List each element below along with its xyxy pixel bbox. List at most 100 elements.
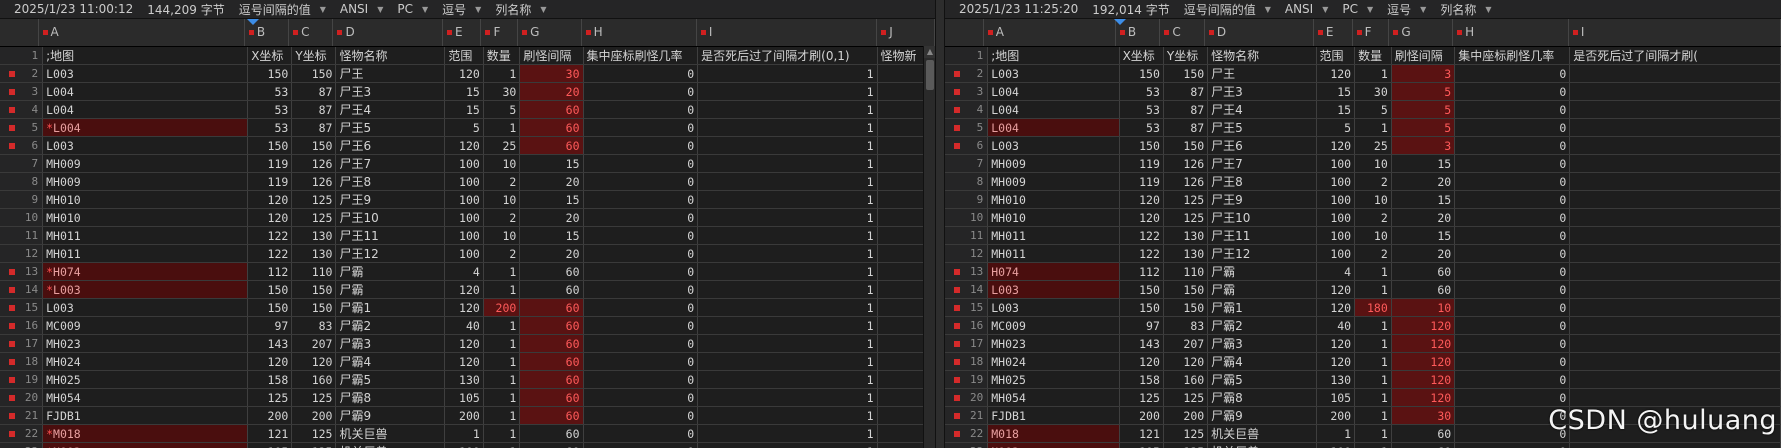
table-cell[interactable]: 120 xyxy=(445,335,484,352)
table-row[interactable]: 4 L004 53 87 尸王4 15 5 5 0 xyxy=(945,101,1781,119)
table-cell[interactable]: 机关巨兽 xyxy=(1208,425,1317,442)
table-cell[interactable] xyxy=(1570,191,1781,208)
left-encoding-dropdown[interactable]: ANSI ▼ xyxy=(326,2,384,16)
table-row[interactable]: 11 MH011 122 130 尸王11 100 10 15 0 1 xyxy=(0,227,935,245)
table-cell[interactable]: 143 xyxy=(248,335,293,352)
table-cell[interactable]: 1 xyxy=(1355,407,1392,424)
table-cell[interactable]: MH010 xyxy=(43,209,249,226)
table-cell[interactable]: 200 xyxy=(1120,407,1164,424)
table-cell[interactable]: 0 xyxy=(1455,281,1571,298)
table-cell[interactable]: 200 xyxy=(1164,407,1209,424)
table-cell[interactable]: 200 xyxy=(445,407,484,424)
table-row[interactable]: 10 MH010 120 125 尸王10 100 2 20 0 1 xyxy=(0,209,935,227)
column-header-h[interactable]: H xyxy=(1453,19,1569,46)
table-cell[interactable]: 1 xyxy=(698,119,878,136)
table-row[interactable]: 14 L003 150 150 尸霸 120 1 60 0 xyxy=(945,281,1781,299)
table-cell[interactable]: L004 xyxy=(43,101,249,118)
table-cell[interactable]: 1 xyxy=(484,65,521,82)
table-row[interactable]: 21 FJDB1 200 200 尸霸9 200 1 60 0 1 xyxy=(0,407,935,425)
table-cell[interactable]: 15 xyxy=(520,155,584,172)
table-cell[interactable]: 0 xyxy=(584,317,699,334)
table-cell[interactable]: 125 xyxy=(1164,425,1209,442)
table-cell[interactable]: 150 xyxy=(1164,65,1209,82)
table-cell[interactable]: 60 xyxy=(520,389,584,406)
left-corner-cell[interactable] xyxy=(0,19,39,46)
table-cell[interactable]: 53 xyxy=(248,83,293,100)
table-cell[interactable]: 120 xyxy=(1391,371,1456,388)
table-cell[interactable]: 机关巨兽 xyxy=(1208,443,1317,448)
table-cell[interactable] xyxy=(1570,263,1781,280)
table-cell[interactable] xyxy=(1570,299,1781,316)
table-row[interactable]: 9 MH010 120 125 尸王9 100 10 15 0 xyxy=(945,191,1781,209)
table-cell[interactable]: 4 xyxy=(1317,263,1356,280)
table-row[interactable]: 16 MC009 97 83 尸霸2 40 1 120 0 xyxy=(945,317,1781,335)
table-cell[interactable]: 0 xyxy=(584,389,699,406)
table-cell[interactable]: 1 xyxy=(698,209,878,226)
table-cell[interactable]: 0 xyxy=(1455,443,1571,448)
right-delimiter-dropdown[interactable]: 逗号间隔的值 ▼ xyxy=(1170,1,1271,18)
table-cell[interactable]: 1 xyxy=(698,317,878,334)
table-cell[interactable]: 20 xyxy=(520,209,584,226)
table-cell[interactable]: 20 xyxy=(520,173,584,190)
table-cell[interactable]: 5 xyxy=(484,101,521,118)
table-cell[interactable]: 0 xyxy=(584,335,699,352)
table-cell[interactable]: 150 xyxy=(1120,65,1164,82)
table-cell[interactable]: 119 xyxy=(248,173,293,190)
table-cell[interactable]: 尸王7 xyxy=(1208,155,1317,172)
table-cell[interactable]: 105 xyxy=(248,443,293,448)
table-cell[interactable]: 60 xyxy=(1392,263,1456,280)
column-header-f[interactable]: F xyxy=(481,19,519,46)
table-row[interactable]: 6 L003 150 150 尸王6 120 25 60 0 1 xyxy=(0,137,935,155)
table-cell[interactable] xyxy=(1570,209,1781,226)
table-cell[interactable]: 120 xyxy=(1317,299,1356,316)
table-cell[interactable]: 30 xyxy=(1391,407,1456,424)
table-cell[interactable]: 1 xyxy=(698,443,878,448)
table-cell[interactable] xyxy=(1570,353,1781,370)
table-cell[interactable]: 110 xyxy=(292,263,337,280)
table-cell[interactable]: 97 xyxy=(248,317,293,334)
table-cell[interactable]: 30 xyxy=(520,65,584,82)
table-cell[interactable]: 1 xyxy=(1355,371,1392,388)
table-cell[interactable]: 0 xyxy=(584,407,699,424)
table-cell[interactable]: 10 xyxy=(1355,191,1392,208)
table-cell[interactable]: 100 xyxy=(445,155,484,172)
table-row[interactable]: 23N003105125机关巨兽1001600 xyxy=(945,443,1781,448)
table-cell[interactable]: 60 xyxy=(520,119,584,136)
column-header-d[interactable]: D xyxy=(333,19,443,46)
table-cell[interactable]: 112 xyxy=(248,263,293,280)
table-cell[interactable]: 0 xyxy=(1455,101,1571,118)
left-vertical-scrollbar[interactable]: ▲ xyxy=(923,46,935,448)
table-cell[interactable]: 0 xyxy=(584,173,699,190)
table-cell[interactable]: L003 xyxy=(43,137,249,154)
table-cell[interactable]: 150 xyxy=(248,137,293,154)
table-cell[interactable]: 2 xyxy=(484,209,521,226)
table-cell[interactable]: 1 xyxy=(698,245,878,262)
table-cell[interactable]: 150 xyxy=(248,65,293,82)
table-cell[interactable]: 1 xyxy=(698,137,878,154)
table-cell[interactable]: 150 xyxy=(1120,281,1164,298)
table-cell[interactable] xyxy=(1570,119,1781,136)
table-cell[interactable]: 尸王5 xyxy=(336,119,446,136)
table-cell[interactable]: 5 xyxy=(1317,119,1356,136)
table-cell[interactable]: 125 xyxy=(292,389,337,406)
table-cell[interactable]: 尸王12 xyxy=(1208,245,1317,262)
table-cell[interactable]: M018 xyxy=(988,425,1120,442)
table-cell[interactable]: 1 xyxy=(698,173,878,190)
table-cell[interactable]: 15 xyxy=(1317,83,1356,100)
table-cell[interactable]: 60 xyxy=(1392,443,1456,448)
table-cell[interactable]: 1 xyxy=(445,425,484,442)
table-cell[interactable]: 121 xyxy=(248,425,293,442)
table-cell[interactable]: MH011 xyxy=(988,227,1120,244)
table-cell[interactable]: MH010 xyxy=(988,191,1120,208)
table-cell[interactable]: 120 xyxy=(248,209,293,226)
table-cell[interactable]: 机关巨兽 xyxy=(336,443,446,448)
table-cell[interactable]: 60 xyxy=(520,335,584,352)
table-cell[interactable]: 0 xyxy=(584,119,699,136)
table-cell[interactable]: 1 xyxy=(1355,353,1392,370)
table-cell[interactable]: 122 xyxy=(1120,227,1164,244)
table-cell[interactable]: *M018 xyxy=(43,425,249,442)
table-cell[interactable]: 尸王3 xyxy=(336,83,446,100)
table-cell[interactable]: 105 xyxy=(1317,389,1356,406)
table-cell[interactable]: 180 xyxy=(1355,299,1392,316)
table-cell[interactable]: 60 xyxy=(1392,425,1456,442)
